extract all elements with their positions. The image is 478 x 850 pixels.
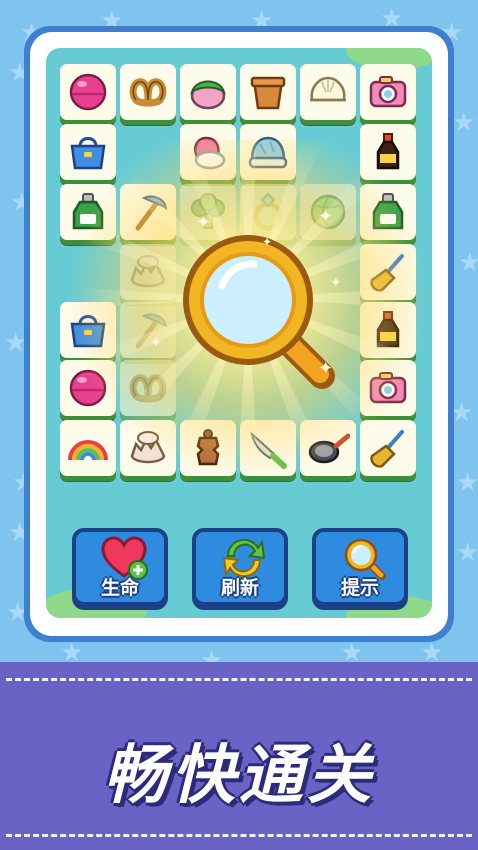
- background-star-icon: ★: [456, 538, 478, 568]
- promo-banner: 畅快通关: [0, 662, 478, 850]
- game-tile[interactable]: [360, 184, 416, 240]
- camera-icon: [369, 76, 407, 108]
- game-tile[interactable]: [180, 64, 236, 120]
- background-star-icon: ★: [452, 108, 476, 138]
- flower-pot-icon: [250, 76, 286, 110]
- game-tile[interactable]: [240, 184, 296, 240]
- broom-icon: [370, 430, 404, 468]
- hint-button[interactable]: 提示: [312, 528, 408, 606]
- game-tile[interactable]: [240, 64, 296, 120]
- macaron-icon: [69, 73, 107, 111]
- life-button[interactable]: 生命: [72, 528, 168, 606]
- perfume-bottle-icon: [72, 193, 104, 230]
- camera-icon: [369, 372, 407, 404]
- background-star-icon: ★: [456, 468, 478, 498]
- game-tile[interactable]: [360, 420, 416, 476]
- game-tile[interactable]: [120, 420, 176, 476]
- pickaxe-icon: [135, 313, 168, 349]
- game-tile[interactable]: [300, 64, 356, 120]
- knit-hat-icon: [248, 136, 288, 169]
- broccoli-icon: [191, 193, 225, 229]
- game-tile[interactable]: [180, 184, 236, 240]
- pickaxe-icon: [135, 195, 168, 231]
- game-tile[interactable]: [60, 184, 116, 240]
- game-tile[interactable]: [60, 420, 116, 476]
- perfume-bottle-icon: [372, 193, 404, 230]
- game-tile[interactable]: [360, 64, 416, 120]
- game-tile[interactable]: [360, 302, 416, 358]
- mitten-icon: [194, 136, 226, 170]
- handbag-icon: [70, 315, 106, 348]
- game-tile[interactable]: [120, 244, 176, 300]
- game-tile[interactable]: [360, 360, 416, 416]
- game-tile[interactable]: [360, 124, 416, 180]
- rainbow-icon: [68, 440, 108, 461]
- background-star-icon: ★: [458, 248, 478, 278]
- rice-cake-icon: [190, 80, 226, 110]
- pepper-grinder-icon: [196, 429, 220, 466]
- soy-sauce-bottle-icon: [376, 311, 400, 348]
- steamed-bun-icon: [310, 76, 346, 102]
- life-button-label: 生命: [100, 577, 139, 599]
- handbag-icon: [70, 137, 106, 170]
- game-tile[interactable]: [120, 64, 176, 120]
- refresh-button-label: 刷新: [220, 577, 259, 599]
- game-tile[interactable]: [60, 64, 116, 120]
- knife-icon: [250, 431, 287, 469]
- game-tile[interactable]: [180, 124, 236, 180]
- banner-divider: [6, 834, 472, 837]
- game-tile[interactable]: [60, 302, 116, 358]
- game-tile[interactable]: [240, 124, 296, 180]
- game-tile[interactable]: [120, 184, 176, 240]
- banner-slogan: 畅快通关: [103, 739, 375, 813]
- game-tile[interactable]: [120, 302, 176, 358]
- hint-button-label: 提示: [340, 577, 379, 599]
- macaron-icon: [69, 369, 107, 407]
- game-tile[interactable]: [300, 184, 356, 240]
- eggshell-icon: [130, 255, 166, 288]
- ring-icon: [253, 192, 283, 231]
- game-tile[interactable]: [60, 124, 116, 180]
- banner-divider: [6, 678, 472, 681]
- refresh-button[interactable]: 刷新: [192, 528, 288, 606]
- game-tile[interactable]: [180, 420, 236, 476]
- pretzel-icon: [129, 78, 167, 107]
- game-tile[interactable]: [240, 420, 296, 476]
- pretzel-icon: [129, 374, 167, 403]
- game-tile[interactable]: [60, 360, 116, 416]
- broom-icon: [370, 254, 404, 292]
- frying-pan-icon: [308, 433, 350, 464]
- soy-sauce-bottle-icon: [376, 133, 400, 170]
- game-tile[interactable]: [120, 360, 176, 416]
- cabbage-icon: [310, 194, 346, 230]
- game-tile[interactable]: [360, 244, 416, 300]
- game-tile[interactable]: [300, 420, 356, 476]
- eggshell-icon: [130, 431, 166, 464]
